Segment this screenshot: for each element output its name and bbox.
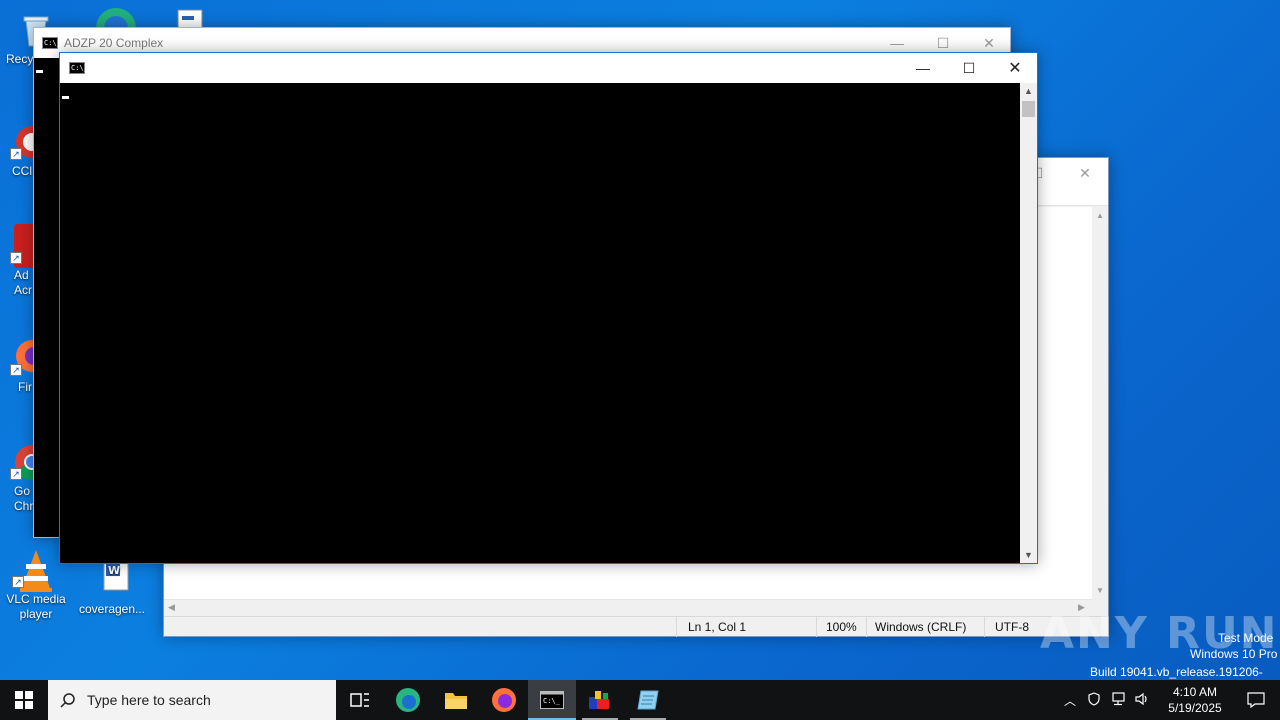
console-window-active[interactable]: C:\_ — ☐ ✕ ▲ ▼ <box>59 52 1038 564</box>
close-button[interactable]: ✕ <box>1062 158 1108 188</box>
colorful-app-icon <box>589 691 609 709</box>
horizontal-scrollbar[interactable]: ◀ ▶ <box>164 599 1092 615</box>
maximize-button[interactable]: ☐ <box>946 53 992 83</box>
network-icon[interactable] <box>1106 691 1130 709</box>
svg-text:W: W <box>108 564 120 577</box>
task-view-button[interactable] <box>336 680 384 720</box>
notification-center-icon[interactable] <box>1232 692 1280 708</box>
shortcut-arrow-icon: ↗ <box>10 252 22 264</box>
console-cursor <box>62 96 69 99</box>
notepad-statusbar: Ln 1, Col 1 100% Windows (CRLF) UTF-8 <box>164 616 1108 637</box>
task-view-icon <box>350 693 369 707</box>
console-cursor <box>36 70 43 73</box>
desktop-icon-word-doc[interactable]: W coveragen... <box>76 558 148 617</box>
clock-time: 4:10 AM <box>1172 685 1218 699</box>
minimize-button[interactable]: — <box>900 53 946 83</box>
taskbar-colorful-app[interactable] <box>576 680 624 720</box>
shortcut-arrow-icon: ↗ <box>10 364 22 376</box>
taskbar-firefox[interactable] <box>480 680 528 720</box>
cmd-icon: C:\_ <box>42 37 61 49</box>
desktop-icon-label: VLC media player <box>6 592 66 621</box>
status-encoding: UTF-8 <box>995 620 1029 634</box>
console-output-area[interactable] <box>60 83 1020 563</box>
windows-logo-icon <box>15 691 33 709</box>
shortcut-arrow-icon: ↗ <box>10 468 22 480</box>
start-button[interactable] <box>0 680 48 720</box>
cmd-icon: C:\_ <box>540 691 564 709</box>
taskbar-file-explorer[interactable] <box>432 680 480 720</box>
clock-date: 5/19/2025 <box>1168 701 1222 715</box>
vertical-scrollbar[interactable]: ▲ ▼ <box>1092 207 1108 599</box>
notepad-icon <box>637 690 659 710</box>
svg-text:C:\_: C:\_ <box>543 697 561 705</box>
file-explorer-icon <box>445 693 467 709</box>
vertical-scrollbar[interactable]: ▲ ▼ <box>1020 83 1037 563</box>
watermark-test-mode: Test Mode <box>1218 631 1274 645</box>
scroll-up-arrow-icon[interactable]: ▲ <box>1092 211 1108 220</box>
cmd-icon: C:\_ <box>69 62 88 74</box>
watermark-edition: Windows 10 Pro <box>1190 647 1278 661</box>
scroll-thumb[interactable] <box>1022 101 1035 117</box>
status-zoom: 100% <box>826 620 857 634</box>
desktop-icon-label: coveragen... <box>78 602 146 616</box>
taskbar-search-box[interactable]: Type here to search <box>48 680 336 720</box>
scroll-left-arrow-icon[interactable]: ◀ <box>168 602 175 613</box>
taskbar-cmd[interactable]: C:\_ <box>528 680 576 720</box>
status-cursor-position: Ln 1, Col 1 <box>688 620 747 634</box>
scroll-down-arrow-icon[interactable]: ▼ <box>1020 550 1037 560</box>
status-line-ending: Windows (CRLF) <box>875 620 967 634</box>
firefox-icon <box>492 688 516 712</box>
console-titlebar[interactable]: C:\_ <box>60 53 1037 83</box>
show-hidden-icons-chevron-icon[interactable]: ︿ <box>1058 692 1082 709</box>
taskbar-clock[interactable]: 4:10 AM 5/19/2025 <box>1158 684 1232 716</box>
taskbar-edge[interactable] <box>384 680 432 720</box>
scroll-up-arrow-icon[interactable]: ▲ <box>1020 86 1037 96</box>
taskbar-notepad[interactable] <box>624 680 672 720</box>
search-icon <box>60 693 75 708</box>
vlc-icon: ↗ <box>12 548 56 592</box>
shortcut-arrow-icon: ↗ <box>12 576 24 588</box>
system-tray: ︿ 4:10 AM 5/19/2025 <box>1058 680 1280 720</box>
scroll-down-arrow-icon[interactable]: ▼ <box>1092 586 1108 595</box>
shortcut-arrow-icon: ↗ <box>10 148 22 160</box>
close-button[interactable]: ✕ <box>992 53 1038 83</box>
edge-icon <box>396 688 420 712</box>
word-doc-icon: W <box>92 558 132 598</box>
taskbar: Type here to search C:\_ ︿ 4:10 AM 5/19/… <box>0 680 1280 720</box>
defender-icon[interactable] <box>1082 691 1106 709</box>
window-title: ADZP 20 Complex <box>64 36 164 50</box>
volume-icon[interactable] <box>1130 692 1154 709</box>
search-placeholder: Type here to search <box>87 692 211 708</box>
